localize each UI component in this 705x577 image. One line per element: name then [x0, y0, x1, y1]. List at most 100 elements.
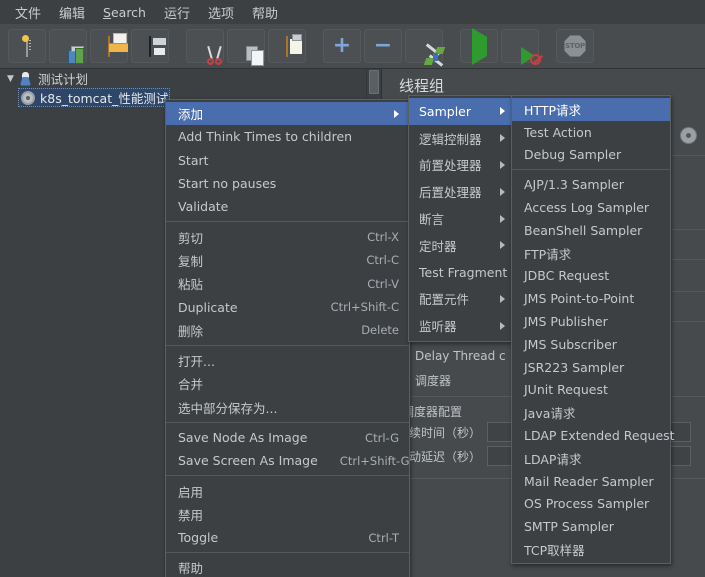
- context-menu-item-10[interactable]: 删除 Delete: [166, 319, 409, 342]
- sampler-submenu-item-11[interactable]: JMS Subscriber: [512, 333, 670, 356]
- sampler-submenu-item-14[interactable]: Java请求: [512, 401, 670, 424]
- panel-knob-icon[interactable]: [680, 127, 697, 144]
- cut-button[interactable]: [186, 29, 224, 65]
- scrollbar-thumb[interactable]: [369, 70, 379, 94]
- sampler-submenu-item-19[interactable]: SMTP Sampler: [512, 515, 670, 538]
- chevron-down-icon[interactable]: ▼: [4, 72, 17, 85]
- context-menu[interactable]: 添加 Add Think Times to children Start Start …: [165, 99, 410, 577]
- sampler-submenu-item-18[interactable]: OS Process Sampler: [512, 493, 670, 516]
- context-menu-item-2[interactable]: Start: [166, 149, 409, 172]
- paste-button[interactable]: [268, 29, 306, 63]
- menu-item-label: Validate: [178, 199, 229, 215]
- context-menu-item-12[interactable]: 打开...: [166, 349, 409, 372]
- add-submenu-item-5[interactable]: 定时器: [409, 232, 511, 259]
- menu-item-label: JSR223 Sampler: [524, 359, 625, 375]
- menu-item-label: 监听器: [419, 319, 457, 335]
- menu-item-label: 前置处理器: [419, 158, 482, 174]
- menubar-item-5[interactable]: 帮助: [243, 0, 287, 25]
- add-submenu-item-6[interactable]: Test Fragment: [409, 259, 527, 286]
- sampler-submenu[interactable]: HTTP请求 Test Action Debug Sampler AJP/1.3 Sa…: [511, 95, 675, 564]
- menu-item-label: AJP/1.3 Sampler: [524, 177, 624, 193]
- panel-title: 线程组: [399, 77, 445, 95]
- sampler-submenu-item-6[interactable]: BeanShell Sampler: [512, 219, 670, 242]
- open-folder-button[interactable]: [90, 29, 128, 63]
- context-menu-item-21[interactable]: Toggle Ctrl-T: [166, 526, 409, 549]
- toolbar-separator: [446, 46, 460, 47]
- menu-item-label: Sampler: [419, 103, 472, 119]
- sampler-submenu-item-16[interactable]: LDAP请求: [512, 447, 670, 470]
- menubar-item-0[interactable]: 文件: [6, 0, 50, 25]
- add-submenu-item-7[interactable]: 配置元件: [409, 286, 511, 313]
- context-menu-item-23[interactable]: 帮助: [166, 556, 409, 577]
- minus-button[interactable]: −: [364, 29, 402, 63]
- context-menu-item-6[interactable]: 剪切 Ctrl-X: [166, 225, 409, 248]
- copy-button[interactable]: [227, 29, 265, 66]
- tree-node-test-plan[interactable]: ▼ 测试计划: [0, 69, 381, 88]
- add-submenu-item-4[interactable]: 断言: [409, 205, 511, 232]
- plus-button[interactable]: +: [323, 29, 361, 63]
- menu-item-label: SMTP Sampler: [524, 519, 614, 535]
- context-menu-item-0[interactable]: 添加: [166, 102, 409, 126]
- chevron-right-icon: [500, 241, 505, 250]
- add-submenu-item-8[interactable]: 监听器: [409, 312, 511, 339]
- toggle-button[interactable]: [405, 29, 446, 67]
- sampler-submenu-item-9[interactable]: JMS Point-to-Point: [512, 287, 670, 310]
- sampler-submenu-item-5[interactable]: Access Log Sampler: [512, 196, 670, 219]
- context-menu-item-16[interactable]: Save Node As Image Ctrl-G: [166, 426, 409, 449]
- templates-button[interactable]: [49, 29, 87, 64]
- stop-button[interactable]: STOP: [556, 29, 594, 63]
- sampler-submenu-item-15[interactable]: LDAP Extended Request: [512, 424, 675, 447]
- add-submenu[interactable]: Sampler 逻辑控制器前置处理器后置处理器 断言 定时器 Test Fragment…: [408, 95, 527, 343]
- paste-icon: [286, 35, 288, 57]
- context-menu-item-1[interactable]: Add Think Times to children: [166, 125, 409, 148]
- context-menu-item-7[interactable]: 复制 Ctrl-C: [166, 249, 409, 272]
- menu-item-label: Save Screen As Image: [178, 453, 318, 469]
- menubar-item-mnemonic: S: [103, 4, 111, 20]
- add-submenu-item-1[interactable]: 逻辑控制器: [409, 125, 511, 152]
- sampler-submenu-item-13[interactable]: JUnit Request: [512, 379, 670, 402]
- sampler-submenu-item-10[interactable]: JMS Publisher: [512, 310, 670, 333]
- sampler-submenu-item-0[interactable]: HTTP请求: [512, 98, 670, 121]
- sampler-submenu-item-2[interactable]: Debug Sampler: [512, 144, 670, 167]
- sampler-submenu-item-7[interactable]: FTP请求: [512, 242, 670, 265]
- sampler-submenu-item-4[interactable]: AJP/1.3 Sampler: [512, 173, 670, 196]
- sampler-submenu-item-8[interactable]: JDBC Request: [512, 265, 670, 288]
- start-button[interactable]: [460, 27, 498, 65]
- sampler-submenu-item-17[interactable]: Mail Reader Sampler: [512, 470, 670, 493]
- context-menu-item-4[interactable]: Validate: [166, 195, 409, 218]
- menu-item-label: LDAP Extended Request: [524, 428, 675, 444]
- menu-item-label: JUnit Request: [524, 382, 608, 398]
- context-menu-item-14[interactable]: 选中部分保存为...: [166, 396, 409, 419]
- menu-item-label: Start: [178, 152, 209, 168]
- test-plan-icon: [18, 71, 34, 87]
- sampler-submenu-item-20[interactable]: TCP取样器: [512, 538, 670, 561]
- menu-item-shortcut: Ctrl+Shift-G: [339, 453, 410, 468]
- minus-icon: −: [373, 33, 393, 58]
- context-menu-item-3[interactable]: Start no pauses: [166, 172, 409, 195]
- menu-item-label: TCP取样器: [524, 543, 585, 559]
- context-menu-item-13[interactable]: 合并: [166, 372, 409, 395]
- menu-item-label: 剪切: [178, 230, 204, 246]
- menu-item-shortcut: Ctrl-G: [365, 430, 399, 445]
- tree-node-thread-group[interactable]: k8s_tomcat_性能测试: [18, 88, 170, 107]
- menubar-item-3[interactable]: 运行: [155, 0, 199, 25]
- save-button[interactable]: [131, 29, 169, 63]
- context-menu-item-20[interactable]: 禁用: [166, 503, 409, 526]
- open-folder-icon: [108, 35, 110, 57]
- sampler-submenu-item-12[interactable]: JSR223 Sampler: [512, 356, 670, 379]
- context-menu-item-17[interactable]: Save Screen As Image Ctrl+Shift-G: [166, 449, 410, 472]
- chevron-right-icon: [500, 214, 505, 223]
- context-menu-item-19[interactable]: 启用: [166, 479, 409, 502]
- add-submenu-item-0[interactable]: Sampler: [409, 98, 511, 125]
- menubar-item-4[interactable]: 选项: [199, 0, 243, 25]
- menubar-item-2[interactable]: Search: [94, 2, 155, 23]
- context-menu-item-8[interactable]: 粘贴 Ctrl-V: [166, 272, 409, 295]
- new-button[interactable]: [8, 29, 46, 63]
- context-menu-item-9[interactable]: Duplicate Ctrl+Shift-C: [166, 295, 409, 318]
- sampler-submenu-item-1[interactable]: Test Action: [512, 121, 670, 144]
- menubar-item-1[interactable]: 编辑: [50, 0, 94, 25]
- add-submenu-item-3[interactable]: 后置处理器: [409, 178, 511, 205]
- add-submenu-item-2[interactable]: 前置处理器: [409, 152, 511, 179]
- start-no-pauses-button[interactable]: [501, 29, 541, 65]
- chevron-right-icon: [500, 321, 505, 330]
